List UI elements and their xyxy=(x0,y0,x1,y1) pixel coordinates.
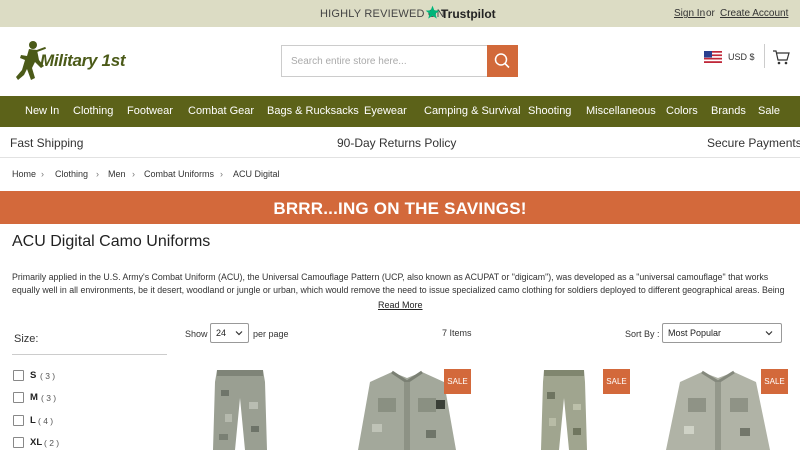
size-filter-title[interactable]: Size: xyxy=(14,333,38,345)
items-count: 7 Items xyxy=(442,328,472,338)
per-page-value: 24 xyxy=(216,328,227,338)
breadcrumb-separator: › xyxy=(41,169,44,179)
per-page-select[interactable]: 24 xyxy=(210,323,249,343)
read-more-link[interactable]: Read More xyxy=(378,300,423,310)
nav-item-miscellaneous[interactable]: Miscellaneous xyxy=(586,105,656,117)
fast-shipping-text: Fast Shipping xyxy=(10,136,84,150)
checkbox[interactable] xyxy=(13,437,24,448)
sale-badge-label: SALE xyxy=(447,377,468,386)
size-option-label: XL xyxy=(30,437,43,448)
size-option-count: ( 3 ) xyxy=(41,393,57,403)
nav-item-brands[interactable]: Brands xyxy=(711,105,746,117)
breadcrumb-combat-uniforms[interactable]: Combat Uniforms xyxy=(144,169,214,179)
per-page-label: per page xyxy=(253,329,289,339)
size-option-label: L xyxy=(30,415,36,426)
sort-select[interactable]: Most Popular xyxy=(662,323,782,343)
or-text: or xyxy=(706,8,715,19)
sale-badge: SALE xyxy=(444,369,471,394)
promo-banner[interactable]: BRRR...ING ON THE SAVINGS! xyxy=(0,191,800,224)
site-logo[interactable]: Military 1st xyxy=(14,38,126,84)
breadcrumb-separator: › xyxy=(96,169,99,179)
sale-badge-label: SALE xyxy=(606,377,627,386)
size-option-label: M xyxy=(30,392,38,403)
top-bar: HIGHLY REVIEWED ON Trustpilot Sign In or… xyxy=(0,0,800,27)
nav-item-camping-survival[interactable]: Camping & Survival xyxy=(424,105,521,117)
checkbox[interactable] xyxy=(13,415,24,426)
chevron-down-icon xyxy=(235,331,243,336)
nav-item-combat-gear[interactable]: Combat Gear xyxy=(188,105,254,117)
size-option-count: ( 4 ) xyxy=(38,416,54,426)
benefits-bar: Fast Shipping 90-Day Returns Policy Secu… xyxy=(0,127,800,158)
product-image-pants[interactable] xyxy=(205,368,275,450)
trustpilot-star-icon xyxy=(425,5,440,19)
sale-badge: SALE xyxy=(761,369,788,394)
breadcrumb-separator: › xyxy=(220,169,223,179)
secure-payments-text: Secure Payments xyxy=(707,136,800,150)
page-title: ACU Digital Camo Uniforms xyxy=(12,233,211,250)
nav-item-shooting[interactable]: Shooting xyxy=(528,105,571,117)
chevron-down-icon xyxy=(765,331,773,336)
promo-text: BRRR...ING ON THE SAVINGS! xyxy=(273,199,527,218)
checkbox[interactable] xyxy=(13,370,24,381)
search-box xyxy=(281,45,518,77)
trustpilot-logo[interactable]: Trustpilot xyxy=(441,7,496,21)
breadcrumb-men[interactable]: Men xyxy=(108,169,126,179)
nav-item-new-in[interactable]: New In xyxy=(25,105,59,117)
logo-text: Military 1st xyxy=(40,51,126,70)
sort-value: Most Popular xyxy=(668,328,722,338)
search-button[interactable] xyxy=(487,45,518,77)
sale-badge: SALE xyxy=(603,369,630,394)
size-option-label: S xyxy=(30,370,37,381)
breadcrumb-current: ACU Digital xyxy=(233,169,280,179)
search-input[interactable] xyxy=(282,46,488,76)
product-image-pants[interactable] xyxy=(535,368,593,450)
nav-item-footwear[interactable]: Footwear xyxy=(127,105,173,117)
cart-icon[interactable] xyxy=(772,49,790,65)
nav-item-sale[interactable]: Sale xyxy=(758,105,780,117)
product-image-jacket[interactable] xyxy=(662,368,774,450)
breadcrumb-separator: › xyxy=(132,169,135,179)
checkbox[interactable] xyxy=(13,392,24,403)
sort-by-label: Sort By : xyxy=(625,329,660,339)
sale-badge-label: SALE xyxy=(764,377,785,386)
returns-policy-text: 90-Day Returns Policy xyxy=(337,136,457,150)
category-description: Primarily applied in the U.S. Army's Com… xyxy=(12,272,785,295)
size-option-count: ( 2 ) xyxy=(44,438,60,448)
nav-item-clothing[interactable]: Clothing xyxy=(73,105,113,117)
show-label: Show xyxy=(185,329,208,339)
size-option-count: ( 3 ) xyxy=(40,371,56,381)
search-icon xyxy=(494,53,510,69)
currency-label: USD $ xyxy=(728,52,755,62)
create-account-link[interactable]: Create Account xyxy=(720,8,788,19)
breadcrumb-home[interactable]: Home xyxy=(12,169,36,179)
main-nav: New In Clothing Footwear Combat Gear Bag… xyxy=(0,96,800,127)
sign-in-link[interactable]: Sign In xyxy=(674,8,705,19)
breadcrumb-clothing[interactable]: Clothing xyxy=(55,169,88,179)
nav-item-bags-rucksacks[interactable]: Bags & Rucksacks xyxy=(267,105,359,117)
nav-item-eyewear[interactable]: Eyewear xyxy=(364,105,407,117)
us-flag-icon xyxy=(704,51,722,63)
nav-item-colors[interactable]: Colors xyxy=(666,105,698,117)
filter-divider xyxy=(12,354,167,355)
header-divider xyxy=(764,44,765,68)
